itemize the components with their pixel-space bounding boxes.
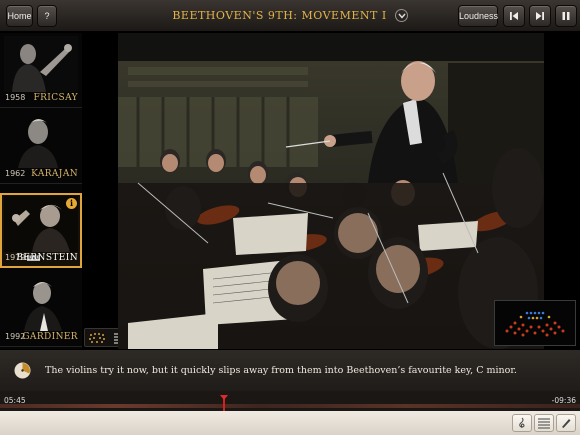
orchestra-scene bbox=[118, 33, 544, 349]
previous-button[interactable] bbox=[503, 5, 525, 27]
conductor-name: FRICSAY bbox=[33, 93, 78, 103]
score-button[interactable] bbox=[512, 414, 532, 432]
conductor-portrait bbox=[4, 275, 78, 331]
orchestra-grid-icon bbox=[89, 333, 105, 343]
conductor-year: 1962 bbox=[5, 169, 26, 178]
movement-selector[interactable]: BEETHOVEN'S 9TH: MOVEMENT I bbox=[172, 9, 408, 22]
notes-button[interactable] bbox=[556, 414, 576, 432]
conductor-name: GARDINER bbox=[22, 332, 78, 342]
timeline-track[interactable] bbox=[0, 404, 580, 408]
next-button[interactable] bbox=[529, 5, 551, 27]
conductor-item-fricsay[interactable]: 1958 FRICSAY bbox=[0, 33, 82, 108]
pen-icon bbox=[562, 419, 571, 428]
top-bar: Home ? BEETHOVEN'S 9TH: MOVEMENT I Loudn… bbox=[0, 0, 580, 32]
seating-dots-icon bbox=[505, 311, 565, 337]
clock-icon bbox=[14, 362, 31, 379]
timeline[interactable]: 05:45 -09:36 bbox=[0, 391, 580, 411]
conductor-sidebar: 1958 FRICSAY 1962 KARAJAN i 1979 DVD BERN… bbox=[0, 33, 82, 349]
pause-icon bbox=[562, 12, 570, 20]
skip-back-icon bbox=[510, 12, 518, 20]
skip-forward-icon bbox=[536, 12, 544, 20]
loudness-button[interactable]: Loudness bbox=[458, 5, 498, 27]
info-icon[interactable]: i bbox=[66, 198, 77, 209]
annotation-bar: The violins try it now, but it quickly s… bbox=[0, 349, 580, 391]
score-lines-icon bbox=[538, 418, 550, 429]
bottom-toolbar bbox=[0, 411, 580, 435]
conductor-item-bernstein[interactable]: i 1979 DVD BERNSTEIN bbox=[0, 193, 82, 268]
conductor-portrait bbox=[4, 36, 78, 92]
conductor-name: BERNSTEIN bbox=[16, 253, 78, 263]
page-title: BEETHOVEN'S 9TH: MOVEMENT I bbox=[172, 9, 387, 22]
conductor-portrait bbox=[4, 112, 78, 168]
playhead[interactable] bbox=[220, 395, 228, 411]
conductor-year: 1958 bbox=[5, 93, 26, 102]
home-button[interactable]: Home bbox=[6, 5, 33, 27]
chevron-down-icon bbox=[394, 9, 408, 22]
orchestra-seating-map[interactable] bbox=[494, 300, 576, 346]
conductor-item-gardiner[interactable]: 1992 GARDINER bbox=[0, 272, 82, 347]
pause-button[interactable] bbox=[555, 5, 577, 27]
treble-clef-icon bbox=[519, 417, 525, 429]
annotation-text: The violins try it now, but it quickly s… bbox=[45, 365, 517, 376]
performance-video[interactable] bbox=[118, 33, 544, 349]
help-button[interactable]: ? bbox=[37, 5, 57, 27]
curated-score-button[interactable] bbox=[534, 414, 554, 432]
orchestra-view-button[interactable] bbox=[87, 331, 107, 345]
conductor-item-karajan[interactable]: 1962 KARAJAN bbox=[0, 109, 82, 184]
conductor-name: KARAJAN bbox=[31, 169, 78, 179]
